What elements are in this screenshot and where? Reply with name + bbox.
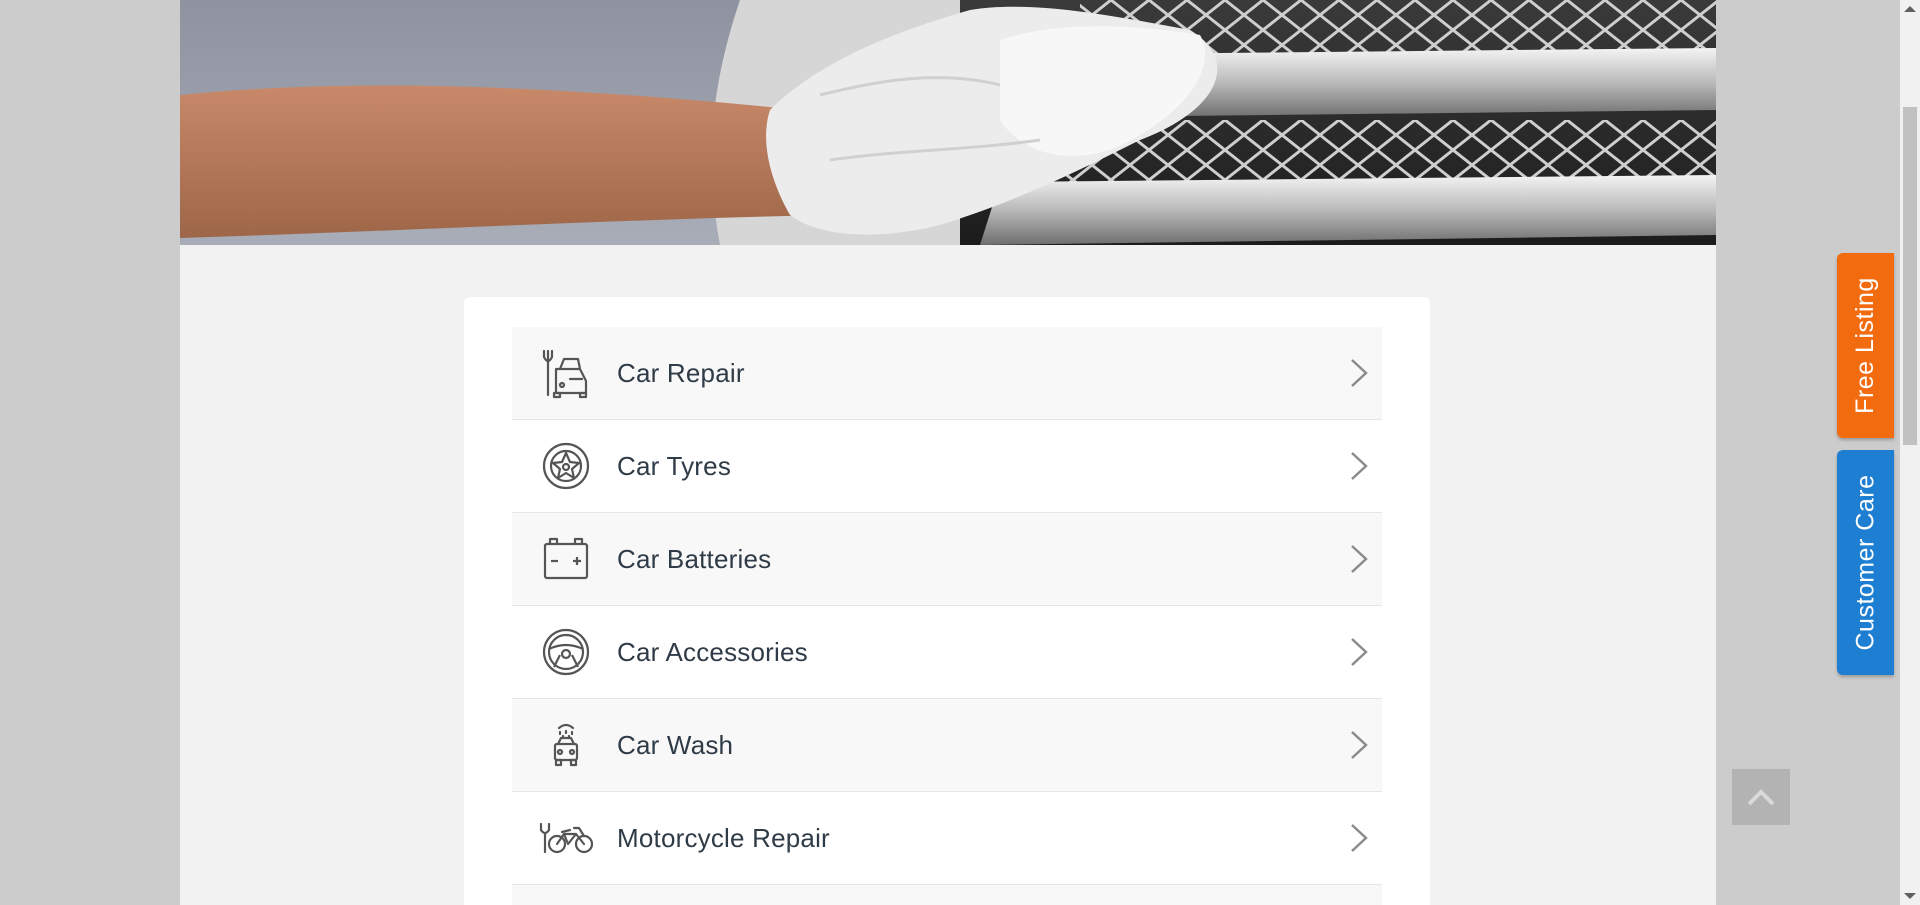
hero-banner-image xyxy=(180,0,1716,245)
category-label: Car Repair xyxy=(617,357,745,388)
back-to-top-button[interactable] xyxy=(1732,769,1790,825)
free-listing-tab[interactable]: Free Listing xyxy=(1837,253,1894,438)
category-label: Motorcycle Repair xyxy=(617,822,830,853)
vertical-scrollbar[interactable] xyxy=(1900,0,1920,905)
chevron-up-icon xyxy=(1747,789,1775,806)
car-wash-icon xyxy=(538,717,594,773)
category-item-car-repair[interactable]: Car Repair xyxy=(512,327,1382,420)
scroll-down-arrow-icon[interactable] xyxy=(1904,893,1916,899)
page-content: Car Repair Car Tyres Car Batteries Car A… xyxy=(180,0,1716,905)
category-card: Car Repair Car Tyres Car Batteries Car A… xyxy=(464,297,1430,905)
category-label: Car Wash xyxy=(617,729,734,760)
scroll-up-arrow-icon[interactable] xyxy=(1904,6,1916,12)
chevron-right-icon xyxy=(1351,824,1368,852)
category-item-car-accessories[interactable]: Car Accessories xyxy=(512,606,1382,699)
chevron-right-icon xyxy=(1351,545,1368,573)
chevron-right-icon xyxy=(1351,359,1368,387)
scrollbar-thumb[interactable] xyxy=(1903,107,1917,445)
category-item-car-batteries[interactable]: Car Batteries xyxy=(512,513,1382,606)
category-label: Car Accessories xyxy=(617,636,808,667)
category-label: Car Tyres xyxy=(617,450,732,481)
category-item-car-wash[interactable]: Car Wash xyxy=(512,699,1382,792)
category-list: Car Repair Car Tyres Car Batteries Car A… xyxy=(512,327,1382,905)
customer-care-label: Customer Care xyxy=(1851,474,1879,651)
motorcycle-repair-icon xyxy=(538,810,594,866)
car-repair-icon xyxy=(538,345,594,401)
steering-wheel-icon xyxy=(538,624,594,680)
free-listing-label: Free Listing xyxy=(1851,277,1879,414)
tyre-icon xyxy=(538,438,594,494)
chevron-right-icon xyxy=(1351,452,1368,480)
category-item-car-tyres[interactable]: Car Tyres xyxy=(512,420,1382,513)
chevron-right-icon xyxy=(1351,638,1368,666)
customer-care-tab[interactable]: Customer Care xyxy=(1837,450,1894,675)
category-label: Car Batteries xyxy=(617,543,772,574)
category-item-motorcycle-repair[interactable]: Motorcycle Repair xyxy=(512,792,1382,885)
category-item-partial xyxy=(512,885,1382,905)
battery-icon xyxy=(538,531,594,587)
chevron-right-icon xyxy=(1351,731,1368,759)
